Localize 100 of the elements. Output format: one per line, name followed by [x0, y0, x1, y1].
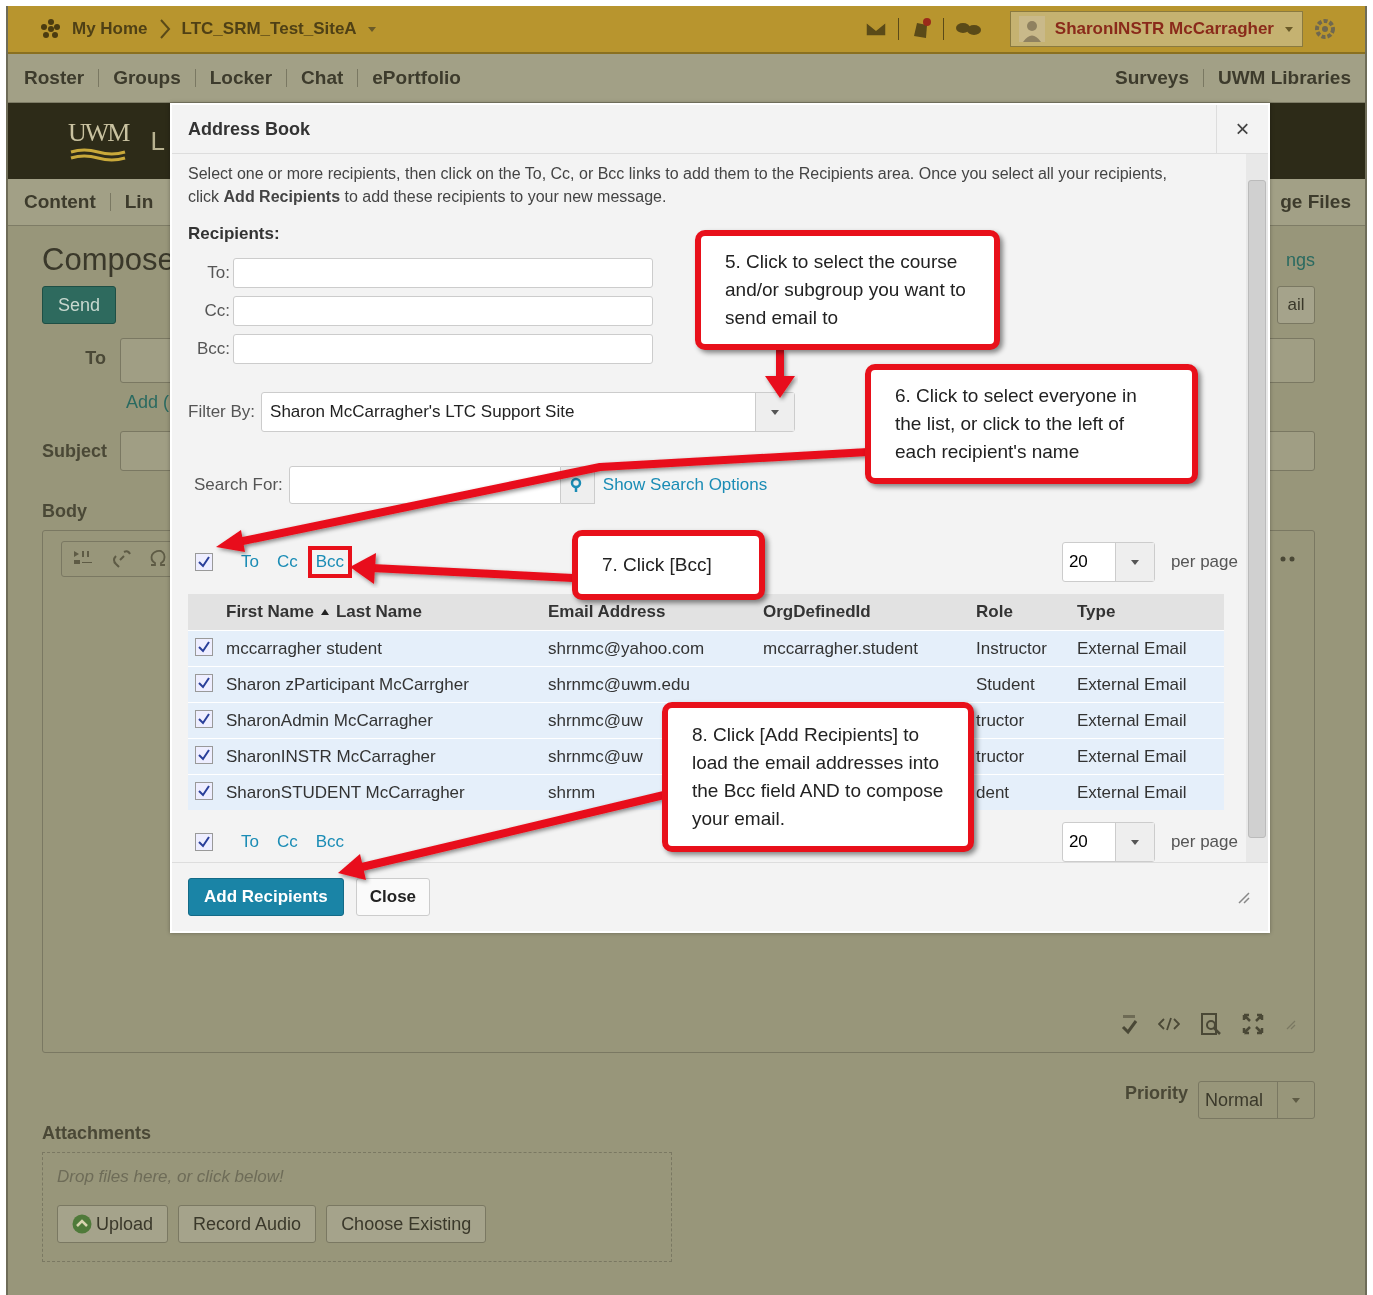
recipient-field[interactable] — [233, 334, 653, 364]
row-checkbox[interactable] — [195, 782, 213, 800]
callout-text: 6. Click to select everyone in the list, or click to the left of each recipient's name — [865, 364, 1198, 484]
column-header[interactable]: Role — [976, 602, 1013, 622]
caret-down-icon — [1284, 25, 1294, 33]
per-page-dropdown[interactable]: 20 — [1061, 542, 1155, 582]
nav-link[interactable]: UWM Libraries — [1217, 67, 1351, 89]
column-header[interactable]: OrgDefinedId — [763, 602, 871, 622]
column-header[interactable]: Last Name — [335, 602, 422, 622]
settings-link[interactable]: ngs — [1285, 249, 1315, 271]
fullscreen-icon[interactable] — [1242, 1013, 1264, 1035]
logo-text: UWM — [68, 118, 129, 148]
close-button[interactable]: Close — [355, 878, 431, 916]
recipient-link[interactable]: To — [237, 830, 263, 854]
omega-icon[interactable] — [148, 548, 168, 568]
scrollbar[interactable] — [1246, 154, 1268, 862]
settings-icon[interactable] — [1313, 17, 1337, 41]
table-cell: SharonAdmin McCarragher — [226, 710, 433, 730]
priority-dropdown[interactable]: Normal — [1198, 1081, 1315, 1119]
filter-label: Filter By: — [188, 402, 256, 422]
to-label: To — [84, 347, 107, 369]
table-cell: External Email — [1077, 710, 1187, 730]
close-button[interactable]: × — [1216, 105, 1268, 153]
nav-link[interactable]: Roster — [24, 67, 85, 89]
chat-icon[interactable] — [953, 21, 982, 37]
table-cell: shrnmc@uwm.edu — [548, 674, 690, 694]
attachment-button[interactable]: Record Audio — [178, 1205, 317, 1243]
column-header[interactable]: Type — [1077, 602, 1116, 622]
per-page-dropdown[interactable]: 20 — [1061, 822, 1155, 862]
table-cell: SharonINSTR McCarragher — [226, 746, 436, 766]
course-selector[interactable]: LTC_SRM_Test_SiteA — [181, 19, 357, 39]
email-button[interactable]: ail — [1277, 286, 1315, 324]
table-cell: External Email — [1077, 746, 1187, 766]
nav-link[interactable]: Chat — [301, 67, 344, 89]
callout-text: 5. Click to select the course and/or subgroup you want to send email to — [695, 230, 1000, 350]
flower-icon[interactable] — [40, 18, 62, 40]
more-icon[interactable] — [1280, 556, 1296, 562]
link-icon[interactable] — [110, 548, 132, 570]
resize-handle-icon[interactable] — [1284, 1018, 1296, 1030]
preview-icon[interactable] — [1200, 1012, 1222, 1036]
table-cell: SharonSTUDENT McCarragher — [226, 782, 465, 802]
table-cell: Instructor — [976, 638, 1047, 658]
nav-link[interactable]: Locker — [209, 67, 273, 89]
per-page-label: per page — [1170, 832, 1238, 852]
table-cell: tructor — [976, 710, 1025, 730]
recipient-link[interactable]: Cc — [272, 830, 302, 854]
table-cell: External Email — [1077, 638, 1187, 658]
callout-text: 7. Click [Bcc] — [572, 530, 765, 600]
resize-handle-icon[interactable] — [1236, 890, 1250, 904]
table-cell: Sharon zParticipant McCarrgher — [226, 674, 469, 694]
dialog-title: Address Book — [188, 118, 311, 140]
instructions-text: Select one or more recipients, then click on the To, Cc, or Bcc links to add them to the Recipients area. Once you select all your recipients, click Add Recipients to add these recipients to your new message. — [188, 164, 1168, 207]
chevron-right-icon — [157, 18, 172, 40]
search-options-link[interactable]: Show Search Options — [602, 475, 768, 495]
recipient-link[interactable]: Bcc — [311, 830, 349, 854]
column-header[interactable]: First Name — [226, 602, 314, 622]
caret-down-icon — [1129, 838, 1140, 846]
arrow — [765, 350, 795, 398]
user-menu[interactable]: SharonINSTR McCarragher — [1009, 11, 1303, 47]
recipient-field[interactable] — [233, 296, 653, 326]
table-cell: shrnmc@uw — [548, 710, 643, 730]
nav-link[interactable]: Lin — [124, 191, 154, 213]
table-cell: shrnmc@uw — [548, 746, 643, 766]
table-row[interactable]: Sharon zParticipant McCarrgher shrnmc@uwm.edu Student External Email — [188, 666, 1224, 702]
nav-link[interactable]: ge Files — [1280, 191, 1351, 213]
select-all-checkbox[interactable] — [195, 833, 213, 851]
row-checkbox[interactable] — [195, 638, 213, 656]
code-icon[interactable] — [1158, 1016, 1180, 1032]
attachment-button[interactable]: Choose Existing — [326, 1205, 487, 1243]
caret-down-icon[interactable] — [366, 25, 377, 33]
field-label: Cc: — [203, 301, 231, 321]
row-checkbox[interactable] — [195, 710, 213, 728]
column-header[interactable]: Email Address — [548, 602, 666, 622]
attachments-label: Attachments — [42, 1123, 153, 1144]
table-row[interactable]: mccarragher student shrnmc@yahoo.com mccarragher.student Instructor External Email — [188, 630, 1224, 666]
nav-link[interactable]: Surveys — [1115, 67, 1189, 89]
body-label: Body — [42, 501, 88, 522]
recipient-field[interactable] — [233, 258, 653, 288]
nav-link[interactable]: ePortfolio — [372, 67, 461, 89]
recipient-link[interactable]: To — [237, 550, 263, 574]
add-recipients-button[interactable]: Add Recipients — [188, 878, 344, 916]
caret-down-icon — [1129, 558, 1140, 566]
row-checkbox[interactable] — [195, 746, 213, 764]
row-checkbox[interactable] — [195, 674, 213, 692]
send-button[interactable]: Send — [42, 286, 117, 324]
nav-link[interactable]: Groups — [113, 67, 181, 89]
nav-link[interactable]: Content — [24, 191, 96, 213]
select-all-checkbox[interactable] — [195, 553, 213, 571]
recipient-link[interactable]: Cc — [272, 550, 302, 574]
home-link[interactable]: My Home — [72, 19, 148, 39]
upload-button[interactable]: Upload — [57, 1205, 169, 1243]
field-label: To: — [206, 263, 231, 283]
spellcheck-icon[interactable] — [1120, 1013, 1138, 1035]
table-cell: Student — [976, 674, 1035, 694]
table-cell: tructor — [976, 746, 1025, 766]
recipients-label: Recipients: — [188, 224, 281, 244]
field-label: Bcc: — [195, 339, 231, 359]
filter-dropdown[interactable]: Sharon McCarragher's LTC Support Site — [261, 392, 796, 432]
add-link[interactable]: Add ( — [126, 391, 170, 413]
page-title: Compose — [42, 242, 175, 278]
